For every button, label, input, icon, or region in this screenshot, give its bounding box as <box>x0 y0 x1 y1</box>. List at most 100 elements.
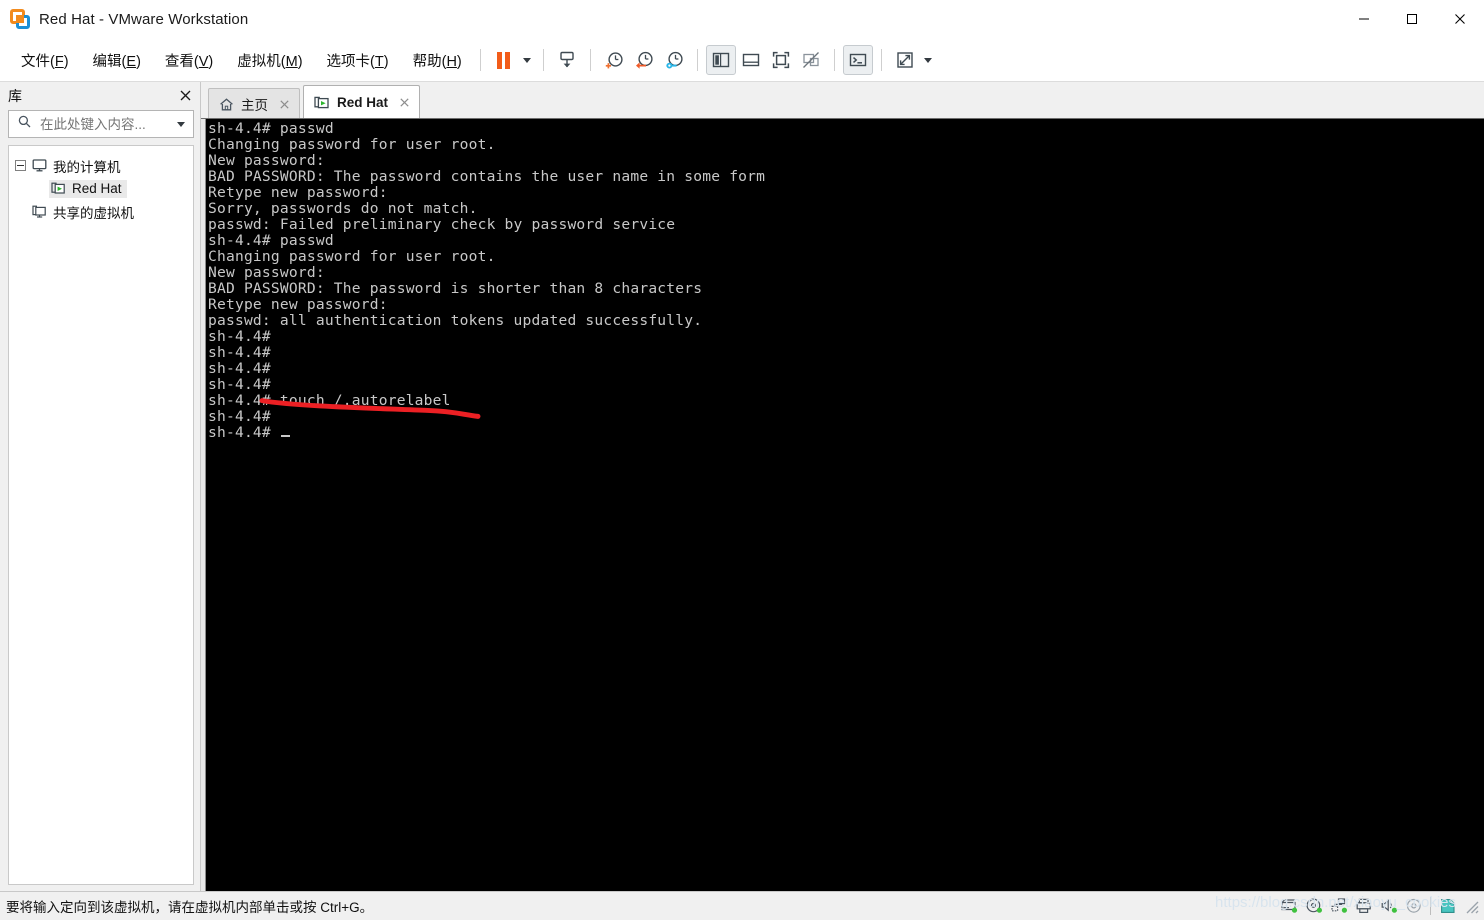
search-input[interactable] <box>38 115 174 133</box>
optical-drive-icon <box>1406 898 1421 913</box>
tab-close-button[interactable] <box>277 97 292 112</box>
tree-item-label: 我的计算机 <box>53 159 121 175</box>
terminal-line: sh-4.4# passwd <box>208 120 334 137</box>
tree-item-label: 共享的虚拟机 <box>53 205 134 221</box>
tab-label: Red Hat <box>337 95 389 110</box>
tree-item-red-hat[interactable]: Red Hat <box>9 177 193 200</box>
show-thumbnail-bar-button[interactable] <box>736 45 766 75</box>
chevron-down-icon <box>923 57 932 63</box>
menu-tabs[interactable]: 选项卡(T) <box>317 46 399 75</box>
stretch-view-button[interactable] <box>890 45 920 75</box>
status-sound-icon[interactable] <box>1376 893 1401 919</box>
terminal-line: sh-4.4# <box>208 360 271 377</box>
console-view-button[interactable] <box>842 45 873 75</box>
close-icon <box>180 90 190 101</box>
vmware-logo-icon <box>10 9 30 29</box>
resize-grip[interactable] <box>1463 898 1479 914</box>
console-prompt-icon <box>849 53 866 67</box>
take-snapshot-button[interactable] <box>599 45 629 75</box>
toolbar-separator <box>479 49 481 71</box>
library-title: 库 <box>8 87 22 104</box>
snapshot-manage-icon <box>666 51 683 69</box>
manage-snapshots-button[interactable] <box>659 45 689 75</box>
stretch-dropdown[interactable] <box>920 45 936 75</box>
snapshot-revert-icon <box>635 51 653 69</box>
unity-mode-button[interactable] <box>796 45 826 75</box>
suspend-button[interactable] <box>489 45 519 75</box>
terminal-line: sh-4.4# <box>208 408 271 425</box>
guest-terminal[interactable]: sh-4.4# passwd Changing password for user… <box>206 119 1484 891</box>
terminal-line: Retype new password: <box>208 184 388 201</box>
terminal-cursor <box>280 435 290 437</box>
window-title: Red Hat - VMware Workstation <box>39 10 249 28</box>
maximize-button[interactable] <box>1388 0 1436 38</box>
menu-edit[interactable]: 编辑(E) <box>83 46 151 75</box>
vm-running-icon <box>51 181 66 196</box>
vm-console-area[interactable]: sh-4.4# passwd Changing password for user… <box>201 118 1484 891</box>
tab-red-hat[interactable]: Red Hat <box>303 85 421 119</box>
show-library-button[interactable] <box>705 45 736 75</box>
status-network-icon[interactable] <box>1326 893 1351 919</box>
sidebar-panel-icon <box>712 52 729 68</box>
revert-snapshot-button[interactable] <box>629 45 659 75</box>
tree-item-my-computer[interactable]: 我的计算机 <box>9 154 193 177</box>
status-optical-icon[interactable] <box>1401 893 1426 919</box>
menu-view[interactable]: 查看(V) <box>155 46 223 75</box>
menu-vm[interactable]: 虚拟机(M) <box>227 46 312 75</box>
minimize-icon <box>1359 18 1369 20</box>
library-search-box[interactable] <box>8 110 194 138</box>
toolbar-separator <box>833 49 835 71</box>
home-icon <box>219 97 234 112</box>
status-vmware-tools-icon[interactable] <box>1435 893 1460 919</box>
menu-help[interactable]: 帮助(H) <box>403 46 472 75</box>
close-button[interactable] <box>1436 0 1484 38</box>
search-icon <box>18 115 31 133</box>
printer-icon <box>1356 898 1371 914</box>
terminal-line: passwd: Failed preliminary check by pass… <box>208 216 676 233</box>
monitor-icon <box>32 158 47 173</box>
full-screen-button[interactable] <box>766 45 796 75</box>
library-header: 库 <box>0 82 200 109</box>
close-icon <box>1455 14 1465 24</box>
terminal-line: BAD PASSWORD: The password is shorter th… <box>208 280 703 297</box>
status-bar: 要将输入定向到该虚拟机，请在虚拟机内部单击或按 Ctrl+G。 https://… <box>0 891 1484 920</box>
pause-icon <box>497 51 511 69</box>
tree-item-shared-vms[interactable]: 共享的虚拟机 <box>9 200 193 223</box>
minimize-button[interactable] <box>1340 0 1388 38</box>
status-cd-dvd-icon[interactable] <box>1301 893 1326 919</box>
terminal-line: Retype new password: <box>208 296 388 313</box>
terminal-line: New password: <box>208 152 325 169</box>
window-controls <box>1340 0 1484 38</box>
power-dropdown[interactable] <box>519 45 535 75</box>
tab-strip: 主页 Red Hat <box>201 82 1484 119</box>
menu-file[interactable]: 文件(F) <box>11 46 79 75</box>
send-ctrl-alt-del-icon <box>560 51 574 68</box>
tab-label: 主页 <box>241 98 268 113</box>
main-body: 库 在此处键入内容... 我的计算机 Red Hat 共享的虚拟机 主页 Red… <box>0 82 1484 891</box>
terminal-line: sh-4.4# <box>208 376 271 393</box>
terminal-prompt-line: sh-4.4# <box>208 425 1484 441</box>
terminal-output: sh-4.4# passwd Changing password for user… <box>208 121 1484 441</box>
chevron-down-icon <box>522 57 531 63</box>
unity-disabled-icon <box>802 52 819 68</box>
status-message: 要将输入定向到该虚拟机，请在虚拟机内部单击或按 Ctrl+G。 <box>6 900 374 915</box>
tab-home[interactable]: 主页 <box>208 88 300 119</box>
status-printer-icon[interactable] <box>1351 893 1376 919</box>
toolbar-separator <box>589 49 591 71</box>
toolbar <box>489 39 936 81</box>
terminal-line: Changing password for user root. <box>208 248 496 265</box>
main-pane: 主页 Red Hat sh-4.4# passwd Changing passw… <box>201 82 1484 891</box>
tab-close-button[interactable] <box>397 95 412 110</box>
bottom-panel-icon <box>742 53 759 67</box>
vm-running-icon <box>314 95 330 111</box>
terminal-prompt: sh-4.4# <box>208 424 280 441</box>
collapse-toggle-icon[interactable] <box>15 160 26 171</box>
expand-arrows-icon <box>897 52 913 68</box>
shared-vm-icon <box>32 204 47 219</box>
search-dropdown-button[interactable] <box>174 114 188 134</box>
send-ctrl-alt-del-button[interactable] <box>552 45 582 75</box>
status-hard-disk-icon[interactable] <box>1276 893 1301 919</box>
status-device-icons <box>1276 892 1484 920</box>
close-icon <box>280 99 289 109</box>
library-close-button[interactable] <box>176 87 194 105</box>
